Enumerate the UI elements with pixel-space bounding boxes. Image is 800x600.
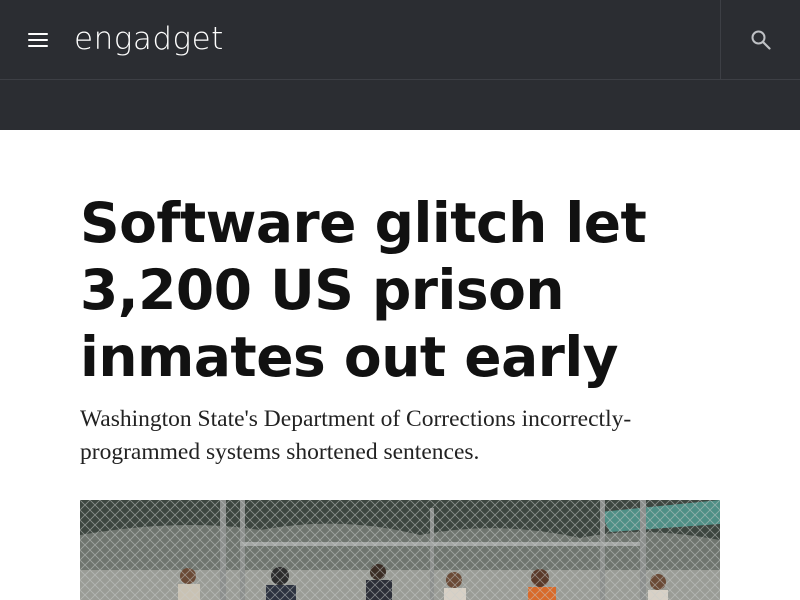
prison-yard-photo [80,500,720,600]
search-icon [751,30,771,50]
article-header: Software glitch let 3,200 US prison inma… [80,190,740,469]
search-button[interactable] [720,0,800,80]
hero-image[interactable] [80,500,720,600]
hamburger-menu-icon[interactable] [18,22,58,58]
menu-bar [28,33,48,35]
article-headline: Software glitch let 3,200 US prison inma… [80,191,647,389]
site-logo[interactable]: engadget [74,18,224,60]
secondary-nav-bar [0,80,800,130]
menu-bar [28,39,48,41]
article-subheadline: Washington State's Department of Correct… [80,406,632,465]
menu-bar [28,45,48,47]
site-header: engadget [0,0,800,80]
